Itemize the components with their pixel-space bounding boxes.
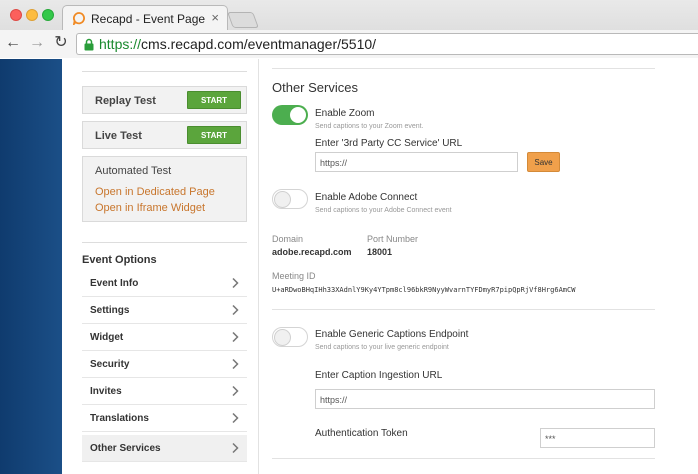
caption-ingestion-url-input[interactable]: https:// — [315, 389, 655, 409]
forward-arrow-icon[interactable]: → — [28, 34, 46, 52]
live-test-label: Live Test — [95, 130, 142, 142]
recapd-favicon-icon — [73, 12, 85, 25]
left-panel: Replay Test START Live Test START Automa… — [62, 59, 259, 474]
new-tab-button[interactable] — [227, 12, 259, 28]
cc-service-url-input[interactable]: https:// — [315, 152, 518, 172]
sidebar-item-translations[interactable]: Translations — [82, 405, 247, 432]
app-sidebar-strip — [0, 59, 62, 474]
chevron-right-icon — [232, 442, 239, 454]
sidebar-item-label: Invites — [90, 386, 122, 397]
divider — [82, 242, 247, 243]
sidebar-item-other-services[interactable]: Other Services — [82, 435, 247, 462]
replay-test-label: Replay Test — [95, 95, 156, 107]
chevron-right-icon — [232, 277, 239, 289]
chevron-right-icon — [232, 358, 239, 370]
divider — [272, 309, 655, 310]
sidebar-item-label: Event Info — [90, 278, 139, 289]
minimize-window-button[interactable] — [26, 9, 38, 21]
sidebar-item-widget[interactable]: Widget — [82, 324, 247, 351]
meeting-id-value: U+aRDwoBHqIHh33XAdnlY9Ky4YTpm8cl96bkR9Ny… — [272, 286, 576, 294]
domain-label: Domain — [272, 234, 304, 244]
authentication-token-label: Authentication Token — [315, 428, 408, 439]
enable-generic-captions-description: Send captions to your live generic endpo… — [315, 344, 449, 351]
enable-adobe-connect-description: Send captions to your Adobe Connect even… — [315, 207, 452, 214]
automated-test-label: Automated Test — [95, 165, 172, 177]
sidebar-item-event-info[interactable]: Event Info — [82, 270, 247, 297]
browser-toolbar: ← → ↻ https://cms.recapd.com/eventmanage… — [0, 30, 698, 58]
url-text: https://cms.recapd.com/eventmanager/5510… — [99, 36, 376, 52]
toggle-knob — [274, 191, 291, 208]
enable-zoom-toggle[interactable] — [272, 105, 308, 125]
back-arrow-icon[interactable]: ← — [4, 34, 22, 52]
open-dedicated-page-link[interactable]: Open in Dedicated Page — [95, 186, 215, 198]
divider — [272, 68, 655, 69]
enable-generic-captions-label: Enable Generic Captions Endpoint — [315, 329, 469, 340]
sidebar-item-label: Security — [90, 359, 130, 370]
address-bar[interactable]: https://cms.recapd.com/eventmanager/5510… — [76, 33, 698, 55]
chevron-right-icon — [232, 385, 239, 397]
cc-service-url-label: Enter '3rd Party CC Service' URL — [315, 138, 463, 149]
port-number-label: Port Number — [367, 234, 419, 244]
open-iframe-widget-link[interactable]: Open in Iframe Widget — [95, 202, 205, 214]
chevron-right-icon — [232, 304, 239, 316]
enable-zoom-description: Send captions to your Zoom event. — [315, 123, 424, 130]
sidebar-item-settings[interactable]: Settings — [82, 297, 247, 324]
tab-title: Recapd - Event Page — [91, 12, 206, 26]
meeting-id-label: Meeting ID — [272, 271, 316, 281]
lock-icon — [84, 38, 94, 51]
tab-strip: Recapd - Event Page × — [0, 0, 698, 31]
port-number-value: 18001 — [367, 247, 393, 257]
enable-generic-captions-toggle[interactable] — [272, 327, 308, 347]
authentication-token-input[interactable]: *** — [540, 428, 655, 448]
toggle-knob — [290, 107, 306, 123]
sidebar-item-label: Other Services — [90, 443, 161, 454]
section-title: Other Services — [272, 80, 358, 95]
enable-adobe-connect-toggle[interactable] — [272, 189, 308, 209]
zoom-window-button[interactable] — [42, 9, 54, 21]
sidebar-item-security[interactable]: Security — [82, 351, 247, 378]
live-start-button[interactable]: START — [187, 126, 241, 144]
chevron-right-icon — [232, 331, 239, 343]
reload-icon[interactable]: ↻ — [52, 34, 70, 52]
replay-start-button[interactable]: START — [187, 91, 241, 109]
save-button[interactable]: Save — [527, 152, 560, 172]
domain-value: adobe.recapd.com — [272, 247, 352, 257]
url-path: cms.recapd.com/eventmanager/5510/ — [141, 36, 377, 52]
browser-tab-active[interactable]: Recapd - Event Page × — [62, 5, 228, 31]
sidebar-item-invites[interactable]: Invites — [82, 378, 247, 405]
tab-close-icon[interactable]: × — [211, 10, 219, 25]
url-scheme: https:// — [99, 36, 142, 52]
replay-test-box: Replay Test START — [82, 86, 247, 114]
toggle-knob — [274, 329, 291, 346]
other-services-panel: Other Services Enable Zoom Send captions… — [260, 59, 698, 474]
divider — [272, 458, 655, 459]
sidebar-item-label: Translations — [90, 413, 149, 424]
browser-chrome: Recapd - Event Page × ← → ↻ https://cms.… — [0, 0, 698, 58]
sidebar-item-label: Widget — [90, 332, 124, 343]
event-options-title: Event Options — [82, 254, 157, 266]
enable-zoom-label: Enable Zoom — [315, 108, 375, 119]
sidebar-item-label: Settings — [90, 305, 130, 316]
caption-ingestion-url-label: Enter Caption Ingestion URL — [315, 370, 443, 381]
enable-adobe-connect-label: Enable Adobe Connect — [315, 192, 418, 203]
close-window-button[interactable] — [10, 9, 22, 21]
divider — [82, 71, 247, 72]
chevron-right-icon — [232, 412, 239, 424]
automated-test-box: Automated Test Open in Dedicated Page Op… — [82, 156, 247, 222]
live-test-box: Live Test START — [82, 121, 247, 149]
